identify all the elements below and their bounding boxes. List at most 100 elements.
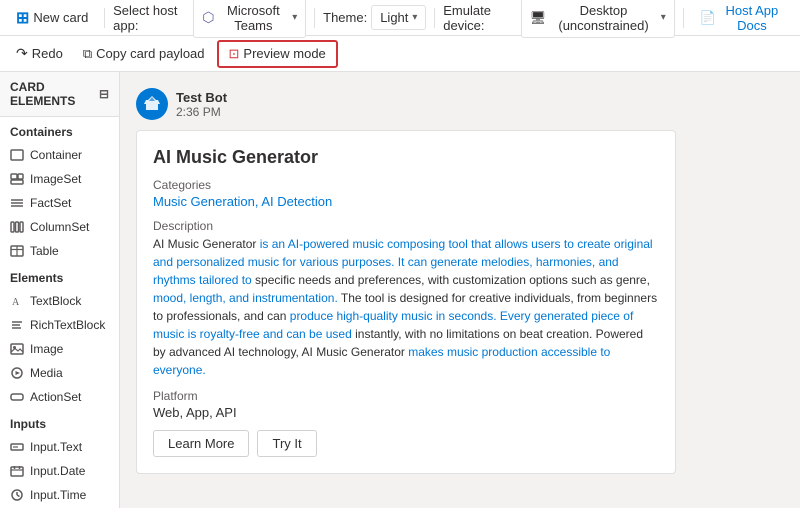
- input-date-label: Input.Date: [30, 464, 85, 478]
- theme-chevron-icon: ▾: [412, 12, 417, 23]
- card-elements-label: CARD ELEMENTS: [10, 80, 99, 108]
- categories-label: Categories: [153, 178, 659, 192]
- input-time-label: Input.Time: [30, 488, 86, 502]
- host-app-docs-button[interactable]: 📄 Host App Docs: [692, 0, 792, 37]
- inputtime-icon: [10, 488, 24, 502]
- sidebar: CARD ELEMENTS ⊟ Containers Container Ima…: [0, 72, 120, 508]
- host-app-docs-label: Host App Docs: [720, 3, 784, 33]
- copy-payload-button[interactable]: ⧉ Copy card payload: [75, 42, 213, 66]
- sidebar-item-columnset[interactable]: ColumnSet: [0, 215, 119, 239]
- input-text-label: Input.Text: [30, 440, 82, 454]
- learn-more-button[interactable]: Learn More: [153, 430, 249, 457]
- adaptive-card: AI Music Generator Categories Music Gene…: [136, 130, 676, 474]
- inputtext-icon: [10, 440, 24, 454]
- sidebar-item-input-date[interactable]: Input.Date: [0, 459, 119, 483]
- theme-value: Light: [380, 10, 408, 25]
- richtextblock-icon: [10, 318, 24, 332]
- docs-icon: 📄: [700, 10, 716, 26]
- bot-info: Test Bot 2:36 PM: [176, 90, 227, 119]
- preview-label: Preview mode: [243, 46, 325, 61]
- factset-icon: [10, 196, 24, 210]
- sidebar-item-table[interactable]: Table: [0, 239, 119, 263]
- textblock-icon: A: [10, 294, 24, 308]
- theme-dropdown[interactable]: Light ▾: [371, 5, 426, 30]
- platform-label: Platform: [153, 389, 659, 403]
- new-card-button[interactable]: ⊞ New card: [8, 4, 96, 32]
- divider-4: [683, 8, 684, 28]
- sidebar-item-textblock[interactable]: A TextBlock: [0, 289, 119, 313]
- richtextblock-label: RichTextBlock: [30, 318, 105, 332]
- redo-button[interactable]: ↷ Redo: [8, 41, 71, 66]
- new-card-label: New card: [33, 10, 88, 25]
- host-value: Microsoft Teams: [218, 3, 288, 33]
- table-icon: [10, 244, 24, 258]
- sidebar-item-container[interactable]: Container: [0, 143, 119, 167]
- textblock-label: TextBlock: [30, 294, 81, 308]
- copy-label: Copy card payload: [96, 46, 204, 61]
- platform-value: Web, App, API: [153, 405, 659, 420]
- divider-1: [104, 8, 105, 28]
- desc-highlight-2: mood, length, and instrumentation.: [153, 291, 338, 305]
- divider-3: [434, 8, 435, 28]
- categories-link[interactable]: Music Generation, AI Detection: [153, 194, 332, 209]
- content-area: Test Bot 2:36 PM AI Music Generator Cate…: [120, 72, 800, 508]
- media-label: Media: [30, 366, 63, 380]
- container-label: Container: [30, 148, 82, 162]
- sidebar-item-factset[interactable]: FactSet: [0, 191, 119, 215]
- sidebar-item-imageset[interactable]: ImageSet: [0, 167, 119, 191]
- actionset-label: ActionSet: [30, 390, 81, 404]
- container-icon: [10, 148, 24, 162]
- columnset-label: ColumnSet: [30, 220, 89, 234]
- sidebar-item-image[interactable]: Image: [0, 337, 119, 361]
- sidebar-item-richtextblock[interactable]: RichTextBlock: [0, 313, 119, 337]
- table-label: Table: [30, 244, 59, 258]
- columnset-icon: [10, 220, 24, 234]
- desc-part2: specific needs and preferences, with cus…: [252, 273, 650, 287]
- card-actions: Learn More Try It: [153, 430, 659, 457]
- sidebar-item-media[interactable]: Media: [0, 361, 119, 385]
- sidebar-item-input-time[interactable]: Input.Time: [0, 483, 119, 507]
- new-card-icon: ⊞: [16, 8, 29, 28]
- svg-text:A: A: [12, 297, 20, 308]
- description-part1: AI Music Generator: [153, 237, 260, 251]
- emulate-dropdown[interactable]: 🖥 Desktop (unconstrained) ▾: [521, 0, 675, 38]
- image-icon: [10, 342, 24, 356]
- main-layout: CARD ELEMENTS ⊟ Containers Container Ima…: [0, 72, 800, 508]
- preview-mode-button[interactable]: ⊡ Preview mode: [217, 40, 338, 68]
- actionset-icon: [10, 390, 24, 404]
- media-icon: [10, 366, 24, 380]
- description-text: AI Music Generator is an AI-powered musi…: [153, 235, 659, 379]
- select-host-label: Select host app:: [113, 3, 187, 33]
- copy-icon: ⧉: [83, 46, 92, 62]
- redo-icon: ↷: [16, 45, 28, 62]
- host-chevron-icon: ▾: [292, 12, 297, 23]
- teams-icon: ⬡: [202, 9, 214, 26]
- divider-2: [314, 8, 315, 28]
- emulate-chevron-icon: ▾: [661, 12, 666, 23]
- inputs-section-title: Inputs: [0, 409, 119, 435]
- bot-time: 2:36 PM: [176, 105, 227, 119]
- emulate-label: Emulate device:: [443, 3, 517, 33]
- sidebar-item-input-text[interactable]: Input.Text: [0, 435, 119, 459]
- elements-section-title: Elements: [0, 263, 119, 289]
- image-label: Image: [30, 342, 63, 356]
- imageset-label: ImageSet: [30, 172, 81, 186]
- host-dropdown[interactable]: ⬡ Microsoft Teams ▾: [193, 0, 306, 38]
- emulate-value: Desktop (unconstrained): [550, 3, 657, 33]
- top-toolbar: ⊞ New card Select host app: ⬡ Microsoft …: [0, 0, 800, 36]
- preview-icon: ⊡: [229, 46, 240, 62]
- theme-label: Theme:: [323, 10, 367, 25]
- bot-header: Test Bot 2:36 PM: [136, 88, 784, 120]
- sidebar-collapse-icon[interactable]: ⊟: [99, 87, 109, 101]
- redo-label: Redo: [32, 46, 63, 61]
- containers-section-title: Containers: [0, 117, 119, 143]
- desktop-icon: 🖥: [530, 10, 547, 26]
- bot-name: Test Bot: [176, 90, 227, 105]
- bot-avatar: [136, 88, 168, 120]
- sidebar-item-actionset[interactable]: ActionSet: [0, 385, 119, 409]
- inputdate-icon: [10, 464, 24, 478]
- imageset-icon: [10, 172, 24, 186]
- bot-avatar-icon: [142, 94, 162, 114]
- card-title: AI Music Generator: [153, 147, 659, 168]
- try-it-button[interactable]: Try It: [257, 430, 316, 457]
